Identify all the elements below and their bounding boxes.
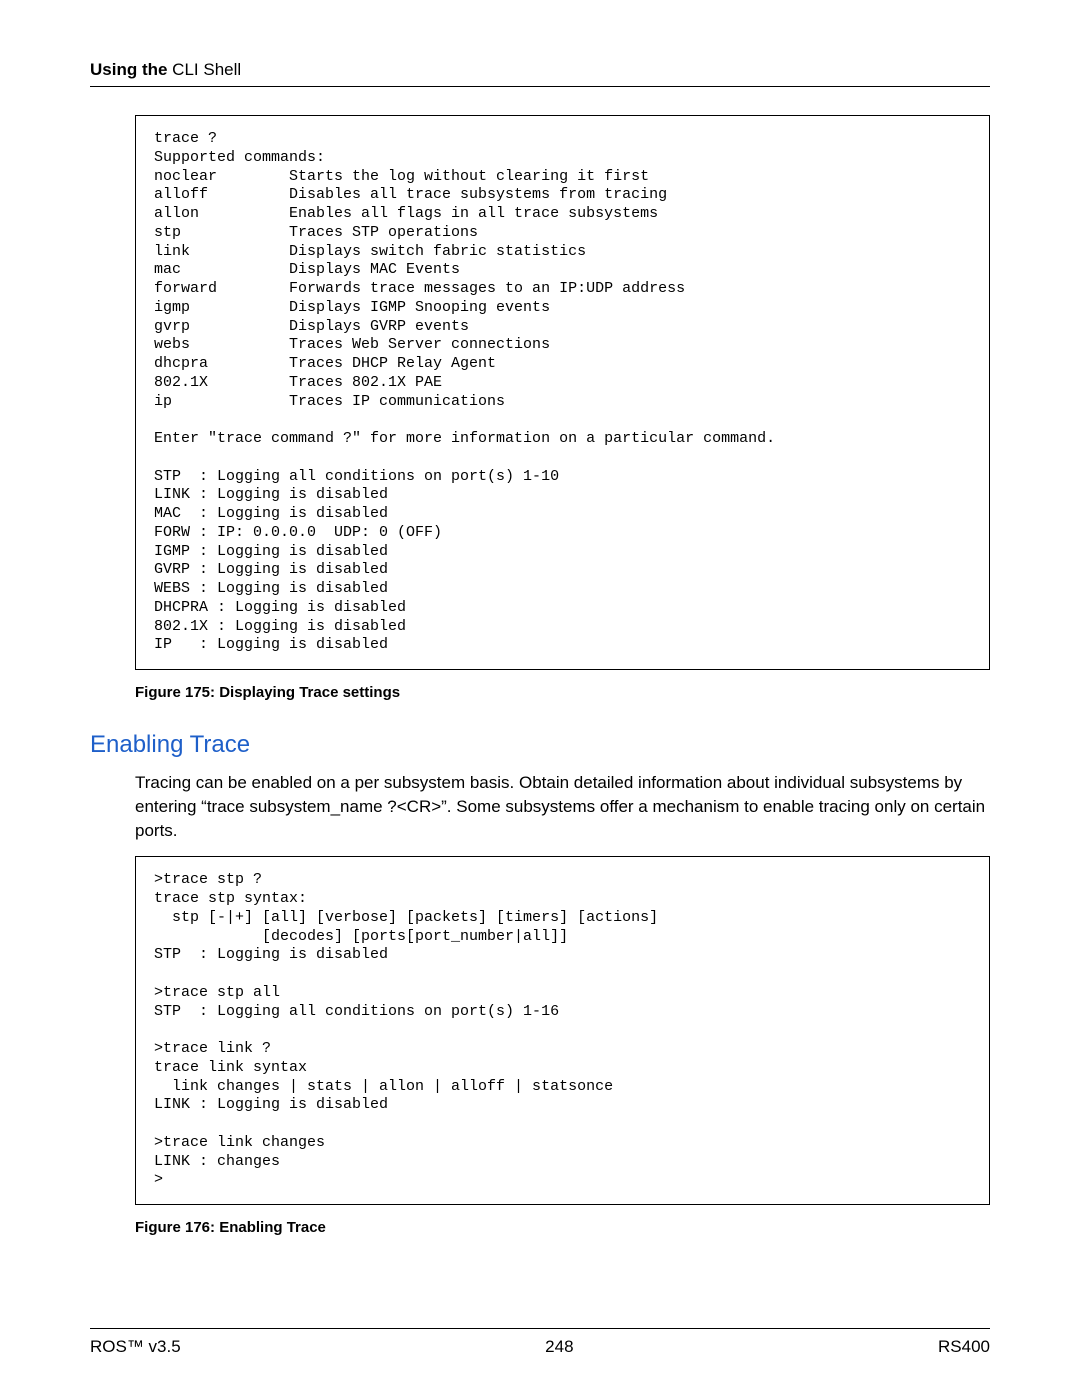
page-header: Using the CLI Shell bbox=[90, 60, 990, 80]
page-container: Using the CLI Shell trace ? Supported co… bbox=[0, 0, 1080, 1397]
footer-rule bbox=[90, 1328, 990, 1329]
header-rule bbox=[90, 86, 990, 87]
footer-left: ROS™ v3.5 bbox=[90, 1337, 181, 1357]
body-paragraph: Tracing can be enabled on a per subsyste… bbox=[135, 771, 990, 842]
header-rest: CLI Shell bbox=[172, 60, 241, 79]
header-bold: Using the bbox=[90, 60, 172, 79]
figure-caption-176: Figure 176: Enabling Trace bbox=[135, 1219, 990, 1236]
footer-right: RS400 bbox=[938, 1337, 990, 1357]
page-footer: ROS™ v3.5 248 RS400 bbox=[90, 1337, 990, 1357]
footer-page-number: 248 bbox=[545, 1337, 573, 1357]
figure-caption-175: Figure 175: Displaying Trace settings bbox=[135, 684, 990, 701]
section-heading-enabling-trace: Enabling Trace bbox=[90, 731, 990, 759]
code-block-enabling-trace: >trace stp ? trace stp syntax: stp [-|+]… bbox=[135, 856, 990, 1205]
spacer bbox=[90, 1266, 990, 1308]
code-block-trace-settings: trace ? Supported commands: noclear Star… bbox=[135, 115, 990, 670]
